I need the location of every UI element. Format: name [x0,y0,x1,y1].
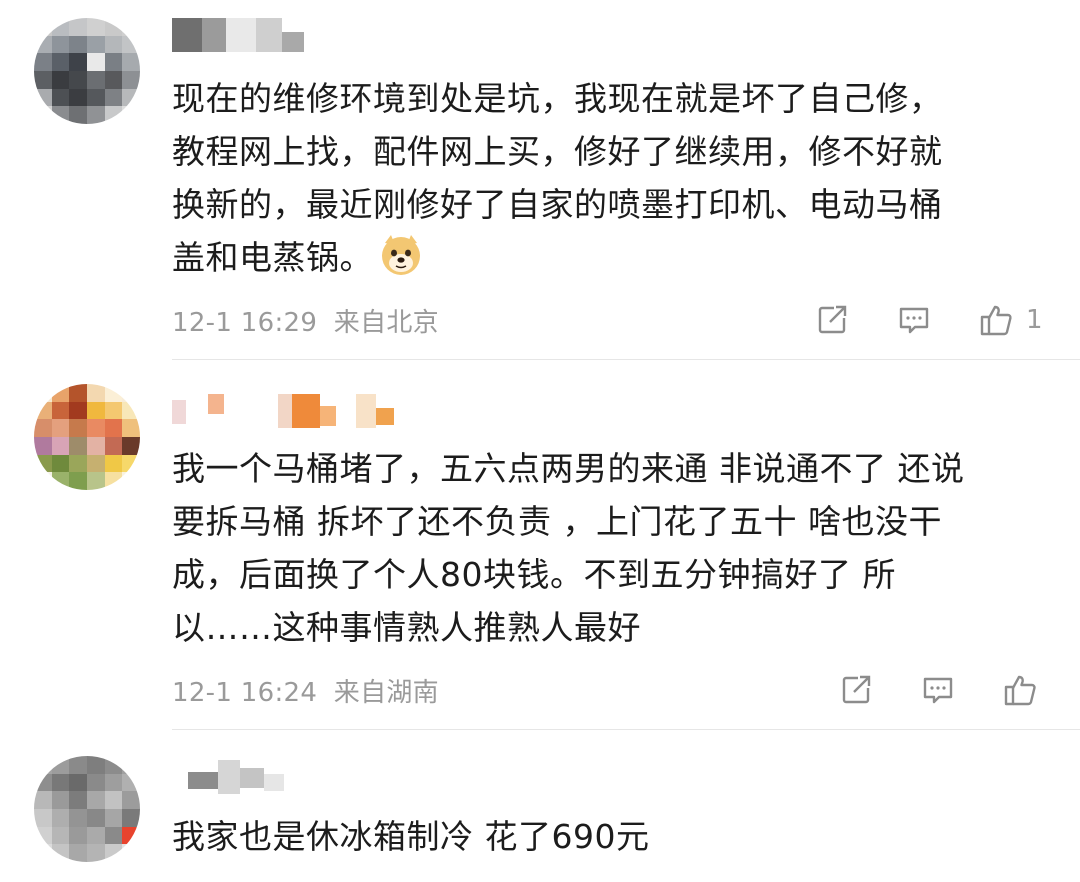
comment-item: 我家也是休冰箱制冷 花了690元 [0,730,1080,882]
comment-time: 12-1 16:29 [172,308,318,338]
like-count: 1 [1026,305,1043,335]
avatar[interactable] [34,18,140,124]
thumbs-up-icon [1004,675,1036,706]
comment-meta: 12-1 16:29 来自北京 [172,302,439,339]
thumbs-up-icon [980,305,1012,336]
comment-text: 我家也是休冰箱制冷 花了690元 [172,817,650,856]
share-button[interactable] [812,300,852,340]
comment-button[interactable] [894,300,934,340]
comment-item: 现在的维修环境到处是坑，我现在就是坏了自己修， 教程网上找，配件网上买，修好了继… [0,0,1080,360]
share-icon [818,305,847,334]
comment-actions [836,670,1040,710]
comment-text: 我一个马桶堵了，五六点两男的来通 非说通不了 还说 要拆马桶 拆坏了还不负责 ，… [172,449,965,647]
comment-location: 来自湖南 [333,678,439,708]
comment-meta: 12-1 16:24 来自湖南 [172,672,439,709]
like-button[interactable] [976,300,1016,340]
share-button[interactable] [836,670,876,710]
comment-actions: 1 [812,300,1043,340]
username[interactable] [172,760,284,794]
username[interactable] [172,18,304,53]
username[interactable] [172,394,394,428]
comment-location: 来自北京 [333,308,439,338]
comment-time: 12-1 16:24 [172,678,318,708]
comment-item: 我一个马桶堵了，五六点两男的来通 非说通不了 还说 要拆马桶 拆坏了还不负责 ，… [0,360,1080,730]
comment-button[interactable] [918,670,958,710]
avatar[interactable] [34,384,140,490]
like-button[interactable] [1000,670,1040,710]
comment-text: 现在的维修环境到处是坑，我现在就是坏了自己修， 教程网上找，配件网上买，修好了继… [172,79,943,277]
comment-icon [923,677,953,704]
comment-icon [899,307,929,334]
share-icon [842,675,871,704]
doge-emoji-icon [379,233,423,277]
avatar[interactable] [34,756,140,862]
